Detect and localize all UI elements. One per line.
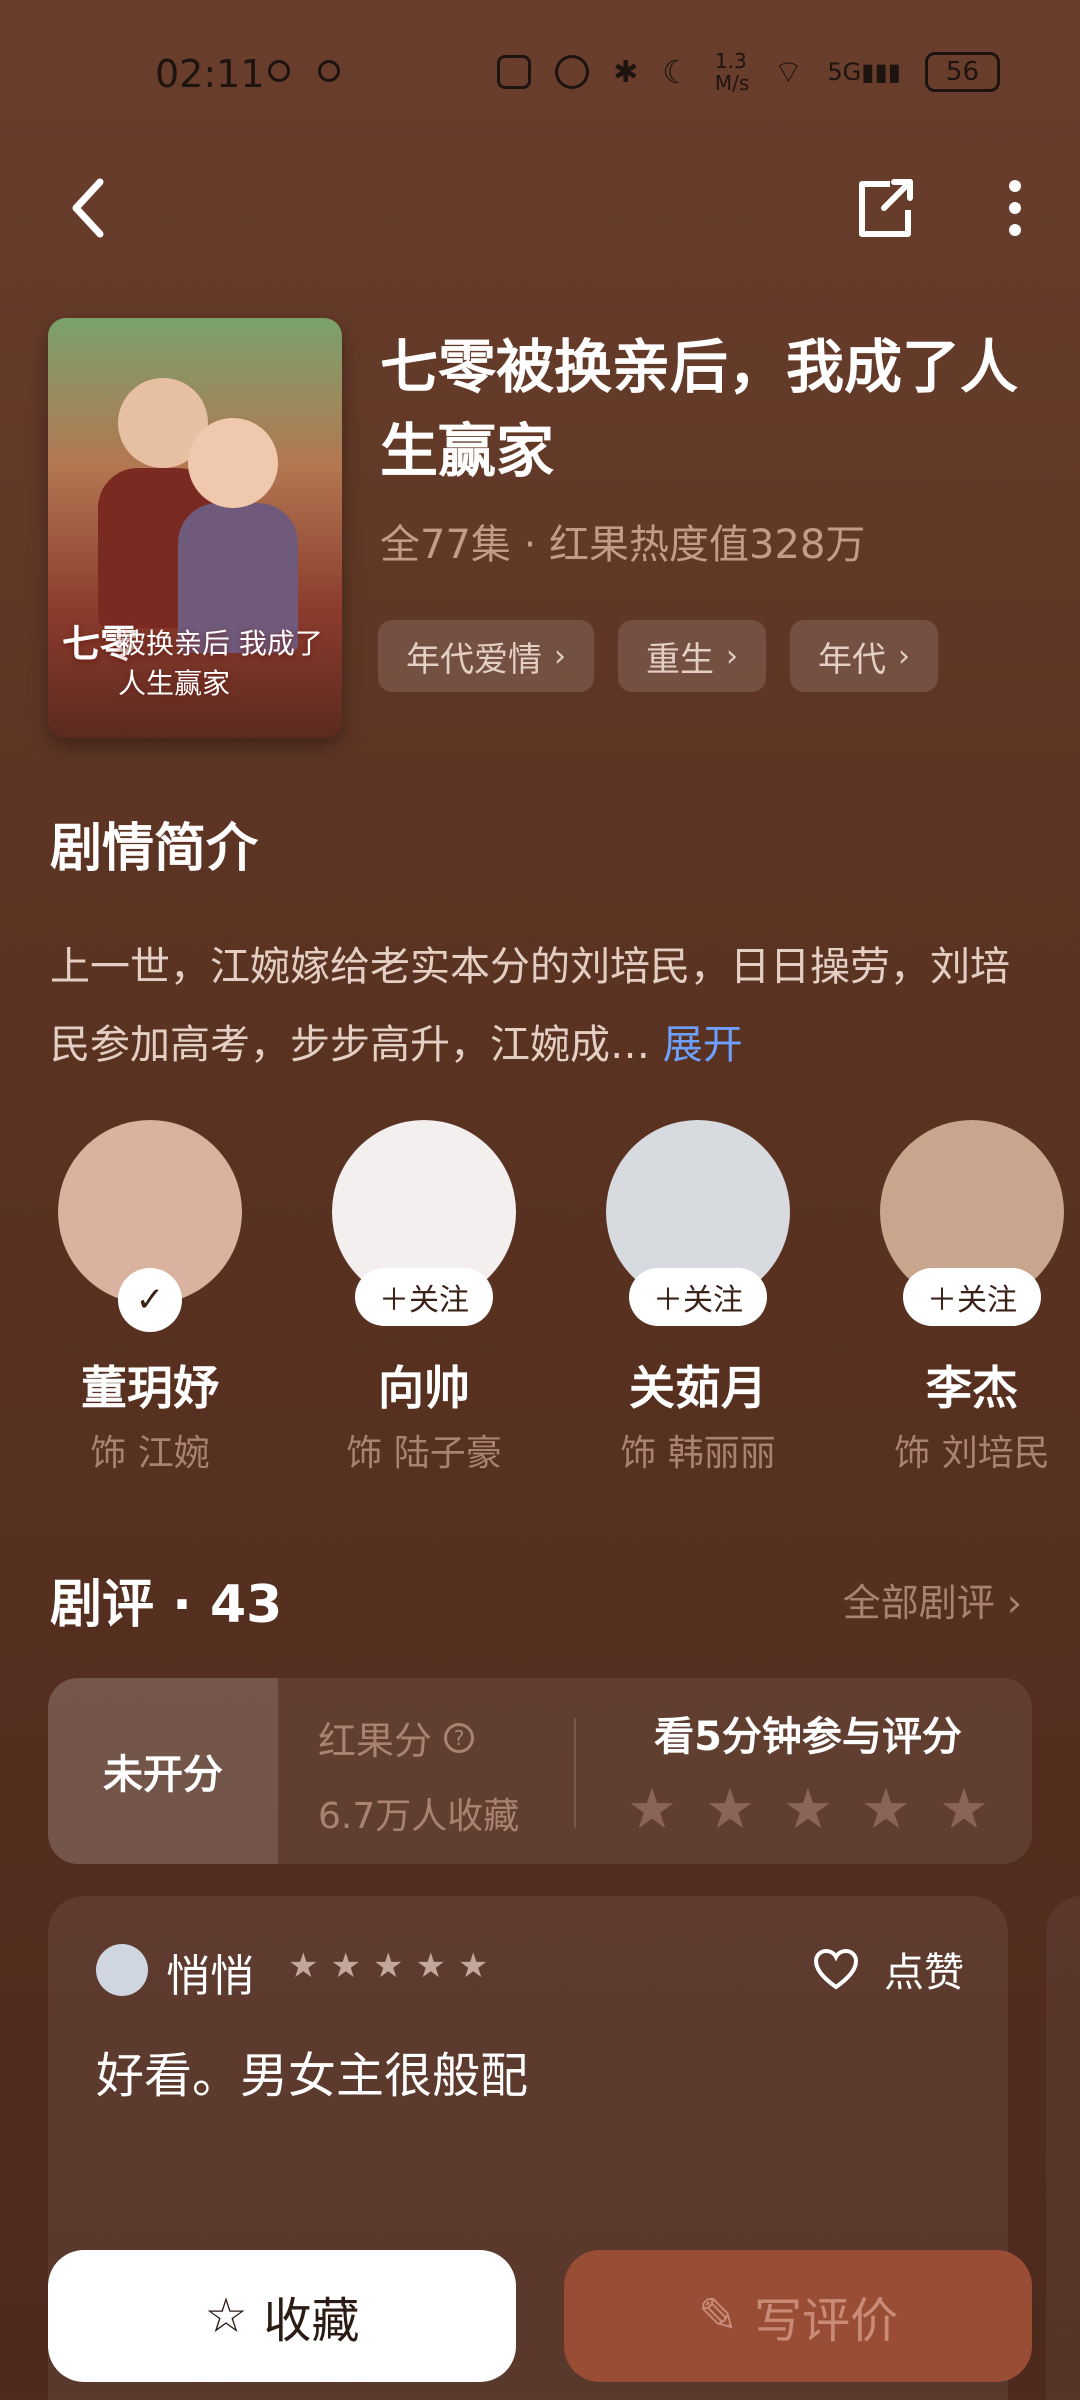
nfc-icon	[497, 55, 532, 89]
cast-member[interactable]: ＋关注 关茹月 饰 韩丽丽	[588, 1120, 808, 1476]
drama-title: 七零被换亲后，我成了人生赢家	[380, 333, 1019, 485]
score-card: 未开分 红果分? 6.7万人收藏 看5分钟参与评分 ★ ★ ★ ★ ★	[48, 1678, 1032, 1864]
star-outline-icon: ☆	[204, 2288, 248, 2344]
cast-name: 李杰	[926, 1361, 1018, 1415]
synopsis-heading: 剧情简介	[50, 819, 259, 879]
reviews-heading: 剧评 · 43	[50, 1575, 283, 1635]
status-bar: 02:11 ✱ ☾ 1.3 M/s ⌔ 5G▮▮▮ 56	[0, 0, 1080, 140]
poster-subtitle: 被换亲后 我成了人生赢家	[118, 627, 323, 700]
divider	[574, 1718, 576, 1828]
more-icon[interactable]	[980, 168, 1050, 248]
battery-icon: 56	[924, 52, 1000, 92]
chevron-right-icon: ›	[726, 638, 738, 674]
star-icon: ★	[288, 1946, 319, 1986]
synopsis-text: 上一世，江婉嫁给老实本分的刘培民，日日操劳，刘培民参加高考，步步高升，江婉成… …	[50, 944, 1010, 1068]
network-speed: 1.3 M/s	[714, 49, 750, 95]
rating-area: 看5分钟参与评分 ★ ★ ★ ★ ★	[608, 1704, 1008, 1838]
star-icon[interactable]: ★	[780, 1782, 836, 1838]
cast-member[interactable]: ✓ 董玥妤 饰 江婉	[40, 1120, 260, 1476]
status-time: 02:11	[155, 52, 265, 96]
star-icon: ★	[415, 1946, 446, 1986]
star-icon[interactable]: ★	[936, 1782, 992, 1838]
like-button[interactable]: 点赞	[812, 1940, 964, 1998]
poster-face	[188, 418, 278, 508]
bluetooth-icon: ✱	[613, 54, 639, 90]
pencil-icon: ✎	[697, 2288, 739, 2344]
chevron-right-icon: ›	[554, 638, 566, 674]
moon-icon: ☾	[662, 53, 691, 91]
collection-count: 6.7万人收藏	[318, 1796, 520, 1837]
star-icon: ★	[330, 1946, 361, 1986]
rating-stars: ★ ★ ★ ★ ★	[608, 1782, 1008, 1838]
avatar[interactable]: ✓	[58, 1120, 242, 1332]
followed-check-icon[interactable]: ✓	[118, 1268, 182, 1332]
top-nav	[0, 160, 1080, 270]
notification-icon	[268, 60, 290, 82]
avatar[interactable]	[96, 1944, 148, 1996]
drama-meta: 全77集 · 红果热度值328万	[380, 522, 866, 568]
tag-chip[interactable]: 年代爱情 ›	[378, 620, 594, 692]
system-icons: ✱ ☾ 1.3 M/s ⌔ 5G▮▮▮ 56	[497, 48, 1000, 96]
all-reviews-link[interactable]: 全部剧评 ›	[843, 1572, 1022, 1627]
follow-button[interactable]: ＋关注	[355, 1268, 493, 1326]
cast-member[interactable]: ＋关注 李杰 饰 刘培民	[862, 1120, 1080, 1476]
cast-name: 向帅	[378, 1361, 470, 1415]
drama-poster[interactable]: 七零 被换亲后 我成了人生赢家	[48, 318, 342, 738]
expand-link[interactable]: 展开	[663, 1022, 743, 1068]
follow-button[interactable]: ＋关注	[629, 1268, 767, 1326]
chevron-right-icon: ›	[898, 638, 910, 674]
share-icon[interactable]	[850, 168, 920, 248]
avatar[interactable]: ＋关注	[332, 1120, 516, 1326]
signal-icon: 5G▮▮▮	[827, 58, 901, 86]
alarm-icon	[555, 55, 590, 89]
tag-list: 年代爱情 › 重生 › 年代 ›	[378, 620, 938, 692]
notification-icon	[318, 60, 340, 82]
review-username: 悄悄	[166, 1951, 254, 2002]
cast-role: 饰 陆子豪	[346, 1433, 502, 1474]
star-icon: ★	[457, 1946, 489, 1986]
tag-chip[interactable]: 重生 ›	[618, 620, 766, 692]
star-icon[interactable]: ★	[702, 1782, 758, 1838]
star-icon: ★	[372, 1946, 404, 1986]
score-info: 红果分? 6.7万人收藏	[318, 1710, 519, 1839]
tag-chip[interactable]: 年代 ›	[790, 620, 938, 692]
bottom-action-bar: ☆ 收藏 ✎ 写评价	[0, 2240, 1080, 2400]
write-review-button[interactable]: ✎ 写评价	[564, 2250, 1032, 2382]
cast-list: ✓ 董玥妤 饰 江婉 ＋关注 向帅 饰 陆子豪 ＋关注 关茹月 饰 韩丽丽 ＋关…	[40, 1120, 1080, 1480]
cast-name: 董玥妤	[81, 1361, 219, 1415]
heart-icon	[813, 1948, 859, 1990]
collect-button[interactable]: ☆ 收藏	[48, 2250, 516, 2382]
star-icon[interactable]: ★	[624, 1782, 680, 1838]
rating-prompt: 看5分钟参与评分	[654, 1714, 962, 1760]
cast-role: 饰 韩丽丽	[620, 1433, 776, 1474]
wifi-icon: ⌔	[773, 53, 804, 91]
cast-role: 饰 刘培民	[894, 1433, 1050, 1474]
help-icon[interactable]: ?	[444, 1722, 475, 1753]
score-status: 未开分	[48, 1678, 278, 1864]
cast-member[interactable]: ＋关注 向帅 饰 陆子豪	[314, 1120, 534, 1476]
avatar[interactable]: ＋关注	[606, 1120, 790, 1326]
chevron-right-icon: ›	[1006, 1581, 1022, 1625]
cast-name: 关茹月	[629, 1361, 767, 1415]
star-icon[interactable]: ★	[858, 1782, 914, 1838]
cast-role: 饰 江婉	[90, 1433, 210, 1474]
hongguo-score-label: 红果分	[318, 1719, 433, 1763]
avatar[interactable]: ＋关注	[880, 1120, 1064, 1326]
follow-button[interactable]: ＋关注	[903, 1268, 1041, 1326]
review-stars: ★ ★ ★ ★ ★	[288, 1946, 488, 1986]
back-icon[interactable]	[60, 168, 120, 248]
review-text: 好看。男女主很般配	[96, 2048, 529, 2104]
